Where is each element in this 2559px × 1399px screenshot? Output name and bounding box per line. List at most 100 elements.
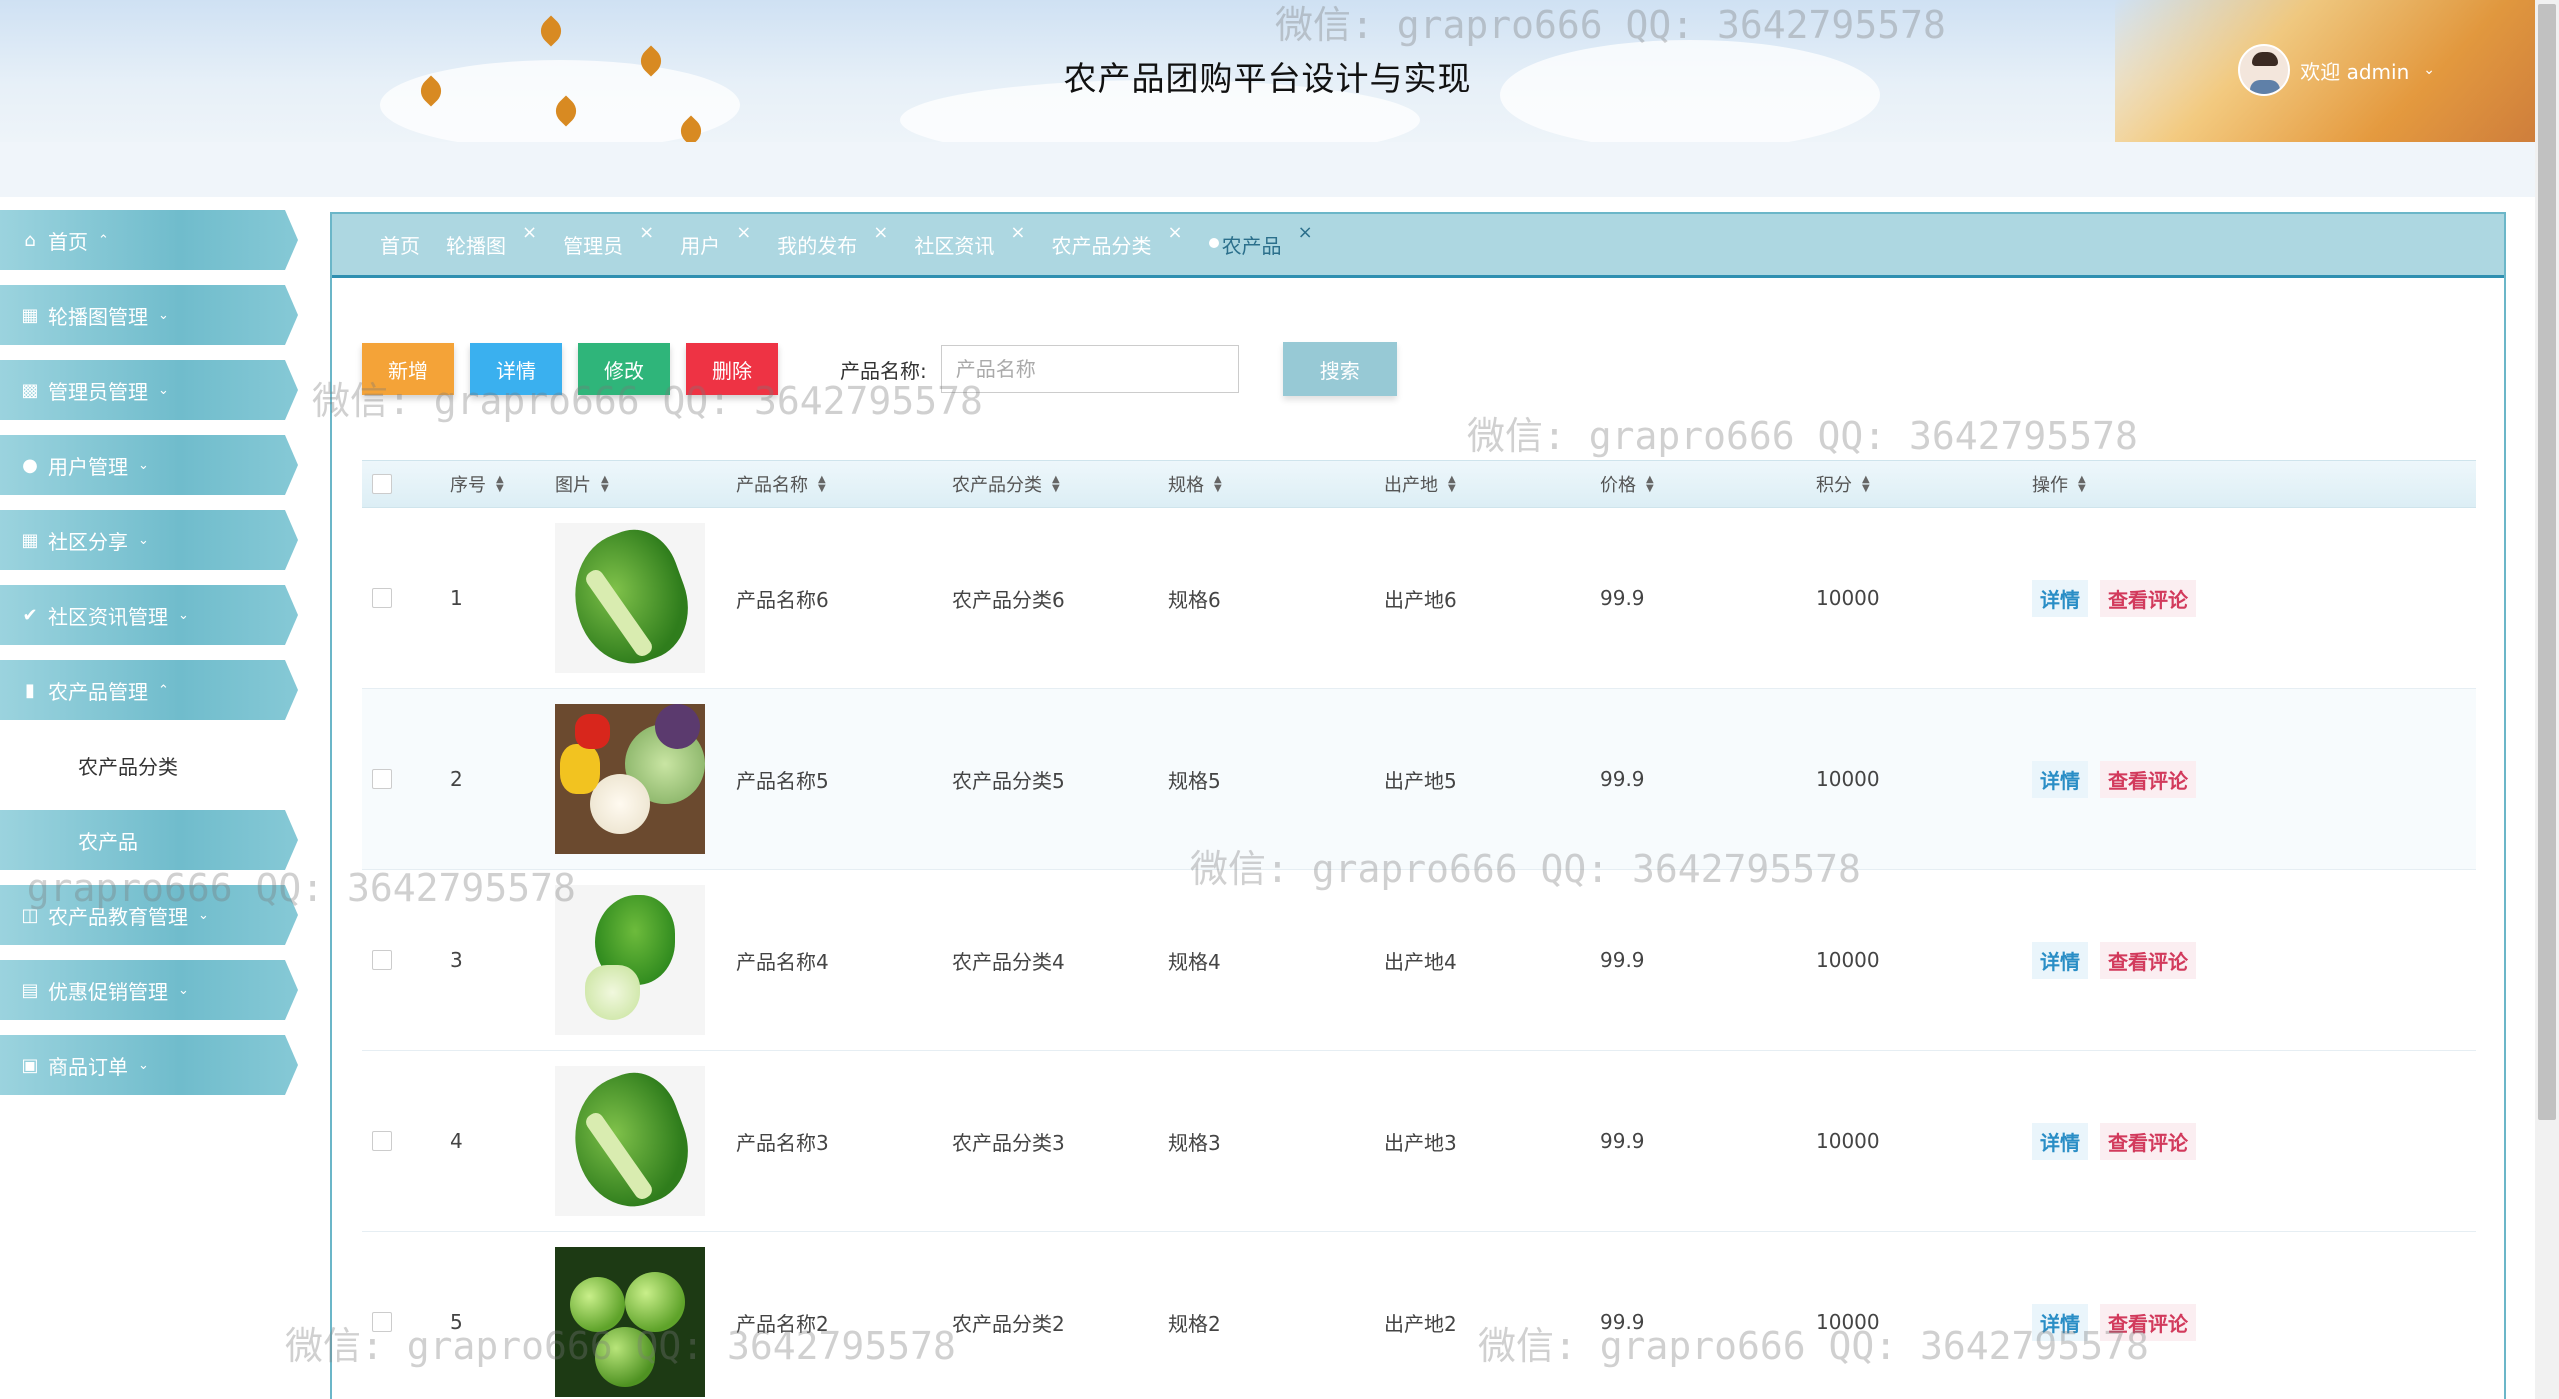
- close-icon[interactable]: ×: [1167, 222, 1182, 243]
- delete-button[interactable]: 删除: [686, 343, 778, 395]
- tab-admins[interactable]: 管理员 ×: [563, 222, 654, 259]
- column-header-category[interactable]: 农产品分类 ▲ ▼: [952, 471, 1168, 497]
- user-menu[interactable]: 欢迎 admin ⌄: [2238, 44, 2435, 96]
- detail-button[interactable]: 详情: [470, 343, 562, 395]
- tab-label: 社区资讯: [914, 234, 995, 258]
- tab-carousel[interactable]: 轮播图 ×: [446, 222, 537, 259]
- row-operations: 详情 查看评论: [2032, 1122, 2332, 1160]
- column-header-image[interactable]: 图片 ▲ ▼: [555, 471, 736, 497]
- close-icon[interactable]: ×: [1298, 222, 1313, 243]
- row-checkbox[interactable]: [372, 1312, 392, 1332]
- column-header-index[interactable]: 序号 ▲ ▼: [450, 471, 555, 497]
- header-subbar: [0, 142, 2535, 197]
- row-review-button[interactable]: 查看评论: [2100, 760, 2196, 798]
- sidebar-item-label: 优惠促销管理: [48, 979, 168, 1004]
- select-all-checkbox[interactable]: [372, 474, 392, 494]
- row-detail-button[interactable]: 详情: [2032, 760, 2088, 798]
- sort-icon: ▲ ▼: [1646, 474, 1654, 494]
- sidebar-subitem-product-category[interactable]: 农产品分类: [0, 735, 300, 795]
- row-checkbox-cell: [362, 769, 450, 789]
- add-button[interactable]: 新增: [362, 343, 454, 395]
- chevron-down-icon: ⌄: [158, 382, 169, 398]
- tab-label: 轮播图: [446, 234, 506, 258]
- tab-home[interactable]: 首页: [380, 230, 420, 259]
- sidebar-item-community-news[interactable]: ✔ 社区资讯管理 ⌄: [0, 585, 300, 645]
- tab-label: 用户: [680, 234, 721, 258]
- tab-product[interactable]: 农产品 ×: [1208, 222, 1313, 259]
- column-header-points[interactable]: 积分 ▲ ▼: [1816, 471, 2032, 497]
- table-row[interactable]: 3 产品名称4 农产品分类4 规格4 出产地4 99.9 10000 详情 查看…: [362, 870, 2476, 1051]
- column-label: 操作: [2032, 475, 2068, 496]
- sidebar-item-education[interactable]: ◫ 农产品教育管理 ⌄: [0, 885, 300, 945]
- table-row[interactable]: 4 产品名称3 农产品分类3 规格3 出产地3 99.9 10000 详情 查看…: [362, 1051, 2476, 1232]
- sort-icon: ▲ ▼: [1448, 474, 1456, 494]
- table-row[interactable]: 5 产品名称2 农产品分类2 规格2 出产地2 99.9 10000 详情 查看…: [362, 1232, 2476, 1399]
- row-checkbox[interactable]: [372, 769, 392, 789]
- row-detail-button[interactable]: 详情: [2032, 941, 2088, 979]
- sidebar-item-users[interactable]: ● 用户管理 ⌄: [0, 435, 300, 495]
- row-operations: 详情 查看评论: [2032, 579, 2332, 617]
- chevron-down-icon: ⌄: [2423, 62, 2435, 78]
- column-label: 规格: [1168, 475, 1204, 496]
- column-header-origin[interactable]: 出产地 ▲ ▼: [1384, 471, 1600, 497]
- row-review-button[interactable]: 查看评论: [2100, 941, 2196, 979]
- close-icon[interactable]: ×: [1010, 222, 1025, 243]
- tab-community-news[interactable]: 社区资讯 ×: [914, 222, 1025, 259]
- row-spec: 规格5: [1168, 768, 1221, 793]
- column-label: 积分: [1816, 475, 1852, 496]
- close-icon[interactable]: ×: [736, 222, 751, 243]
- row-review-button[interactable]: 查看评论: [2100, 579, 2196, 617]
- edit-button[interactable]: 修改: [578, 343, 670, 395]
- row-spec: 规格2: [1168, 1311, 1221, 1336]
- row-checkbox[interactable]: [372, 950, 392, 970]
- active-dot-icon: [1208, 238, 1219, 248]
- column-header-operations[interactable]: 操作 ▲ ▼: [2032, 471, 2332, 497]
- row-detail-button[interactable]: 详情: [2032, 1122, 2088, 1160]
- close-icon[interactable]: ×: [873, 222, 888, 243]
- row-category: 农产品分类2: [952, 1311, 1065, 1336]
- row-checkbox[interactable]: [372, 588, 392, 608]
- sidebar-item-home[interactable]: ⌂ 首页 ⌃: [0, 210, 300, 270]
- compass-icon: ✔: [22, 604, 38, 626]
- column-header-price[interactable]: 价格 ▲ ▼: [1600, 471, 1816, 497]
- column-header-name[interactable]: 产品名称 ▲ ▼: [736, 471, 952, 497]
- row-review-button[interactable]: 查看评论: [2100, 1303, 2196, 1341]
- scrollbar-thumb[interactable]: [2538, 4, 2556, 1120]
- green-tomatoes-image: [555, 1247, 705, 1397]
- row-detail-button[interactable]: 详情: [2032, 579, 2088, 617]
- column-header-spec[interactable]: 规格 ▲ ▼: [1168, 471, 1384, 497]
- sidebar-item-products[interactable]: ▮ 农产品管理 ⌃: [0, 660, 300, 720]
- table-row[interactable]: 2 产品名称5 农产品分类5 规格5 出产地5 99.9 10000 详情 查看…: [362, 689, 2476, 870]
- row-image-cell: [555, 885, 736, 1035]
- sidebar-item-label: 社区资讯管理: [48, 604, 168, 629]
- row-price: 99.9: [1600, 1310, 1645, 1334]
- chevron-up-icon: ⌃: [98, 232, 109, 248]
- tab-users[interactable]: 用户 ×: [680, 222, 751, 259]
- page-scrollbar[interactable]: [2535, 0, 2559, 1399]
- search-button[interactable]: 搜索: [1282, 342, 1397, 396]
- bookmark-icon: ▮: [25, 679, 35, 701]
- row-review-button[interactable]: 查看评论: [2100, 1122, 2196, 1160]
- sidebar-item-orders[interactable]: ▣ 商品订单 ⌄: [0, 1035, 300, 1095]
- sidebar-item-community-share[interactable]: ▦ 社区分享 ⌄: [0, 510, 300, 570]
- row-detail-button[interactable]: 详情: [2032, 1303, 2088, 1341]
- table-row[interactable]: 1 产品名称6 农产品分类6 规格6 出产地6 99.9 10000 详情 查看…: [362, 508, 2476, 689]
- bok-choy-image: [555, 885, 705, 1035]
- sidebar-item-promotions[interactable]: ▤ 优惠促销管理 ⌄: [0, 960, 300, 1020]
- row-price: 99.9: [1600, 767, 1645, 791]
- window-icon: ▤: [21, 979, 39, 1001]
- sort-icon: ▲ ▼: [818, 474, 826, 494]
- sidebar-subitem-product[interactable]: 农产品: [0, 810, 300, 870]
- product-name-search-input[interactable]: [940, 345, 1239, 393]
- column-label: 产品名称: [736, 475, 808, 496]
- row-checkbox[interactable]: [372, 1131, 392, 1151]
- sidebar-item-carousel[interactable]: ▦ 轮播图管理 ⌄: [0, 285, 300, 345]
- sidebar-item-admins[interactable]: ▩ 管理员管理 ⌄: [0, 360, 300, 420]
- chevron-down-icon: ⌄: [138, 532, 149, 548]
- select-all-cell: [362, 474, 450, 494]
- close-icon[interactable]: ×: [639, 222, 654, 243]
- tab-my-posts[interactable]: 我的发布 ×: [777, 222, 888, 259]
- row-index: 5: [450, 1310, 463, 1334]
- close-icon[interactable]: ×: [522, 222, 537, 243]
- tab-product-category[interactable]: 农产品分类 ×: [1051, 222, 1182, 259]
